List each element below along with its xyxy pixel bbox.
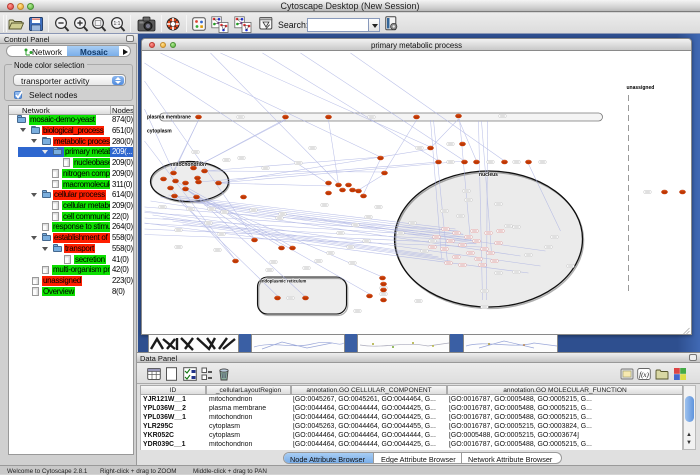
svg-text:unassigned: unassigned xyxy=(627,85,655,91)
svg-text:mitochondrion: mitochondrion xyxy=(171,162,206,168)
svg-text:1:1: 1:1 xyxy=(114,21,121,27)
svg-text:nucleus: nucleus xyxy=(479,172,498,178)
svg-text:cytoplasm: cytoplasm xyxy=(147,129,172,135)
svg-text:f(x): f(x) xyxy=(639,371,649,379)
svg-text:plasma membrane: plasma membrane xyxy=(147,115,191,121)
svg-text:endoplasmic reticulum: endoplasmic reticulum xyxy=(260,279,307,284)
